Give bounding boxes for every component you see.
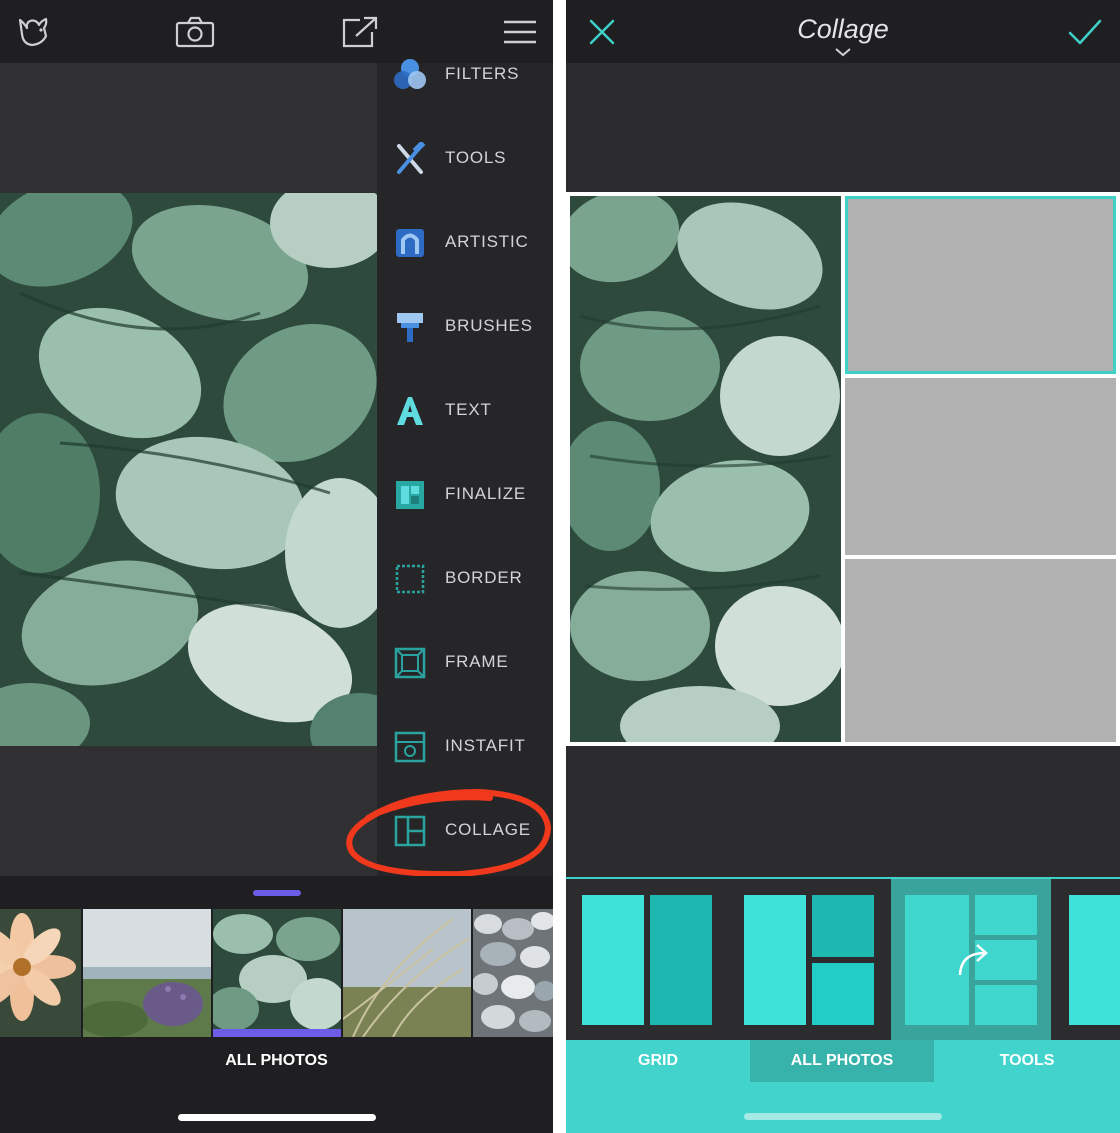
filters-icon: [393, 58, 427, 92]
menu-item-brushes[interactable]: BRUSHES: [377, 297, 553, 357]
share-icon[interactable]: [338, 12, 382, 52]
chevron-down-icon[interactable]: [834, 47, 852, 57]
text-icon: [393, 394, 427, 428]
brushes-icon: [393, 310, 427, 344]
layout-two-columns[interactable]: [566, 879, 726, 1040]
right-screen: Collage GRID ALL PHOTOS TOOLS: [566, 0, 1120, 1133]
thumbnail-beach[interactable]: [83, 909, 211, 1037]
camera-icon[interactable]: [173, 12, 217, 52]
instafit-icon: [393, 730, 427, 764]
menu-item-label: INSTAFIT: [445, 736, 526, 755]
menu-item-label: TEXT: [445, 400, 492, 419]
menu-item-label: BORDER: [445, 568, 523, 587]
layout-one-left-three-right[interactable]: [891, 879, 1051, 1040]
checkmark-icon[interactable]: [1066, 14, 1104, 50]
artistic-icon: [393, 226, 427, 260]
menu-item-label: ARTISTIC: [445, 232, 529, 251]
thumbnail-grass[interactable]: [343, 909, 471, 1037]
menu-item-text[interactable]: TEXT: [377, 381, 553, 441]
thumbnail-flower[interactable]: [0, 909, 81, 1037]
frame-icon: [393, 646, 427, 680]
menu-item-label: FINALIZE: [445, 484, 527, 503]
layout-partial[interactable]: [1054, 879, 1120, 1040]
collage-cell-empty-3[interactable]: [845, 559, 1116, 742]
collage-highlight-circle: [346, 788, 552, 878]
photo-strip: ALL PHOTOS: [0, 876, 553, 1133]
swap-arrow-icon: [958, 944, 988, 976]
bottom-tabs: GRID ALL PHOTOS TOOLS: [566, 1040, 1120, 1133]
thumbnail-row: [0, 909, 553, 1037]
thumbnail-leaves[interactable]: [213, 909, 341, 1037]
tab-grid[interactable]: GRID: [566, 1040, 750, 1082]
menu-item-label: FILTERS: [445, 64, 520, 83]
menu-item-artistic[interactable]: ARTISTIC: [377, 213, 553, 273]
page-title: Collage: [797, 14, 889, 44]
collage-cell-photo[interactable]: [570, 196, 841, 742]
tab-tools[interactable]: TOOLS: [934, 1040, 1120, 1082]
menu-item-filters[interactable]: FILTERS: [377, 45, 553, 105]
edited-photo: [0, 193, 377, 746]
collage-canvas: [566, 192, 1120, 746]
collage-cell-empty-2[interactable]: [845, 378, 1116, 555]
divider: [553, 0, 566, 1133]
selected-indicator: [213, 1029, 341, 1037]
left-screen: FILTERS TOOLS ARTISTIC BRUSHES TEXT FINA…: [0, 0, 553, 1133]
all-photos-label[interactable]: ALL PHOTOS: [0, 1052, 553, 1070]
tools-icon: [393, 140, 427, 176]
menu-item-label: FRAME: [445, 652, 509, 671]
menu-item-border[interactable]: BORDER: [377, 549, 553, 609]
layout-one-left-two-right[interactable]: [728, 879, 888, 1040]
layout-picker: [566, 877, 1120, 1040]
tab-all-photos[interactable]: ALL PHOTOS: [750, 1040, 934, 1082]
menu-item-frame[interactable]: FRAME: [377, 633, 553, 693]
collage-header: Collage: [566, 0, 1120, 63]
menu-item-tools[interactable]: TOOLS: [377, 129, 553, 189]
birdie-icon[interactable]: [12, 12, 56, 52]
menu-item-label: TOOLS: [445, 148, 507, 167]
home-indicator: [744, 1113, 942, 1120]
collage-cell-empty-1[interactable]: [845, 196, 1116, 374]
menu-item-finalize[interactable]: FINALIZE: [377, 465, 553, 525]
home-indicator: [178, 1114, 376, 1121]
menu-item-label: BRUSHES: [445, 316, 533, 335]
finalize-icon: [393, 478, 427, 512]
tools-menu: FILTERS TOOLS ARTISTIC BRUSHES TEXT FINA…: [377, 59, 553, 876]
drawer-handle[interactable]: [253, 890, 301, 896]
menu-item-instafit[interactable]: INSTAFIT: [377, 717, 553, 777]
border-icon: [393, 562, 427, 596]
thumbnail-pebbles[interactable]: [473, 909, 553, 1037]
